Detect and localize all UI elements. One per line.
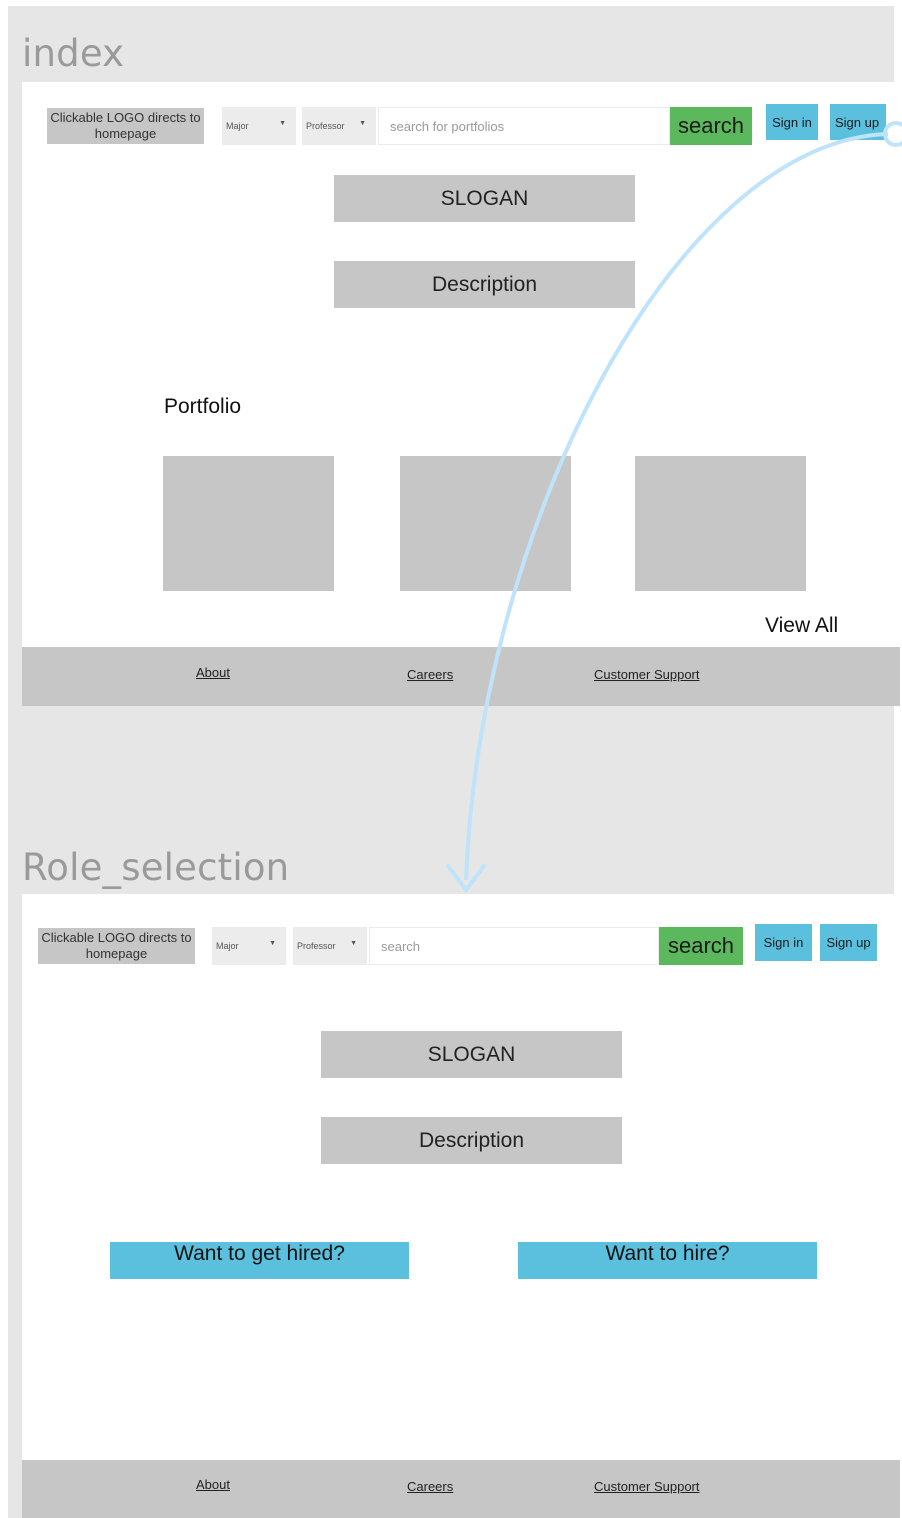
prototype-flow-arrow xyxy=(446,121,902,892)
flow-connector-line xyxy=(464,132,889,881)
